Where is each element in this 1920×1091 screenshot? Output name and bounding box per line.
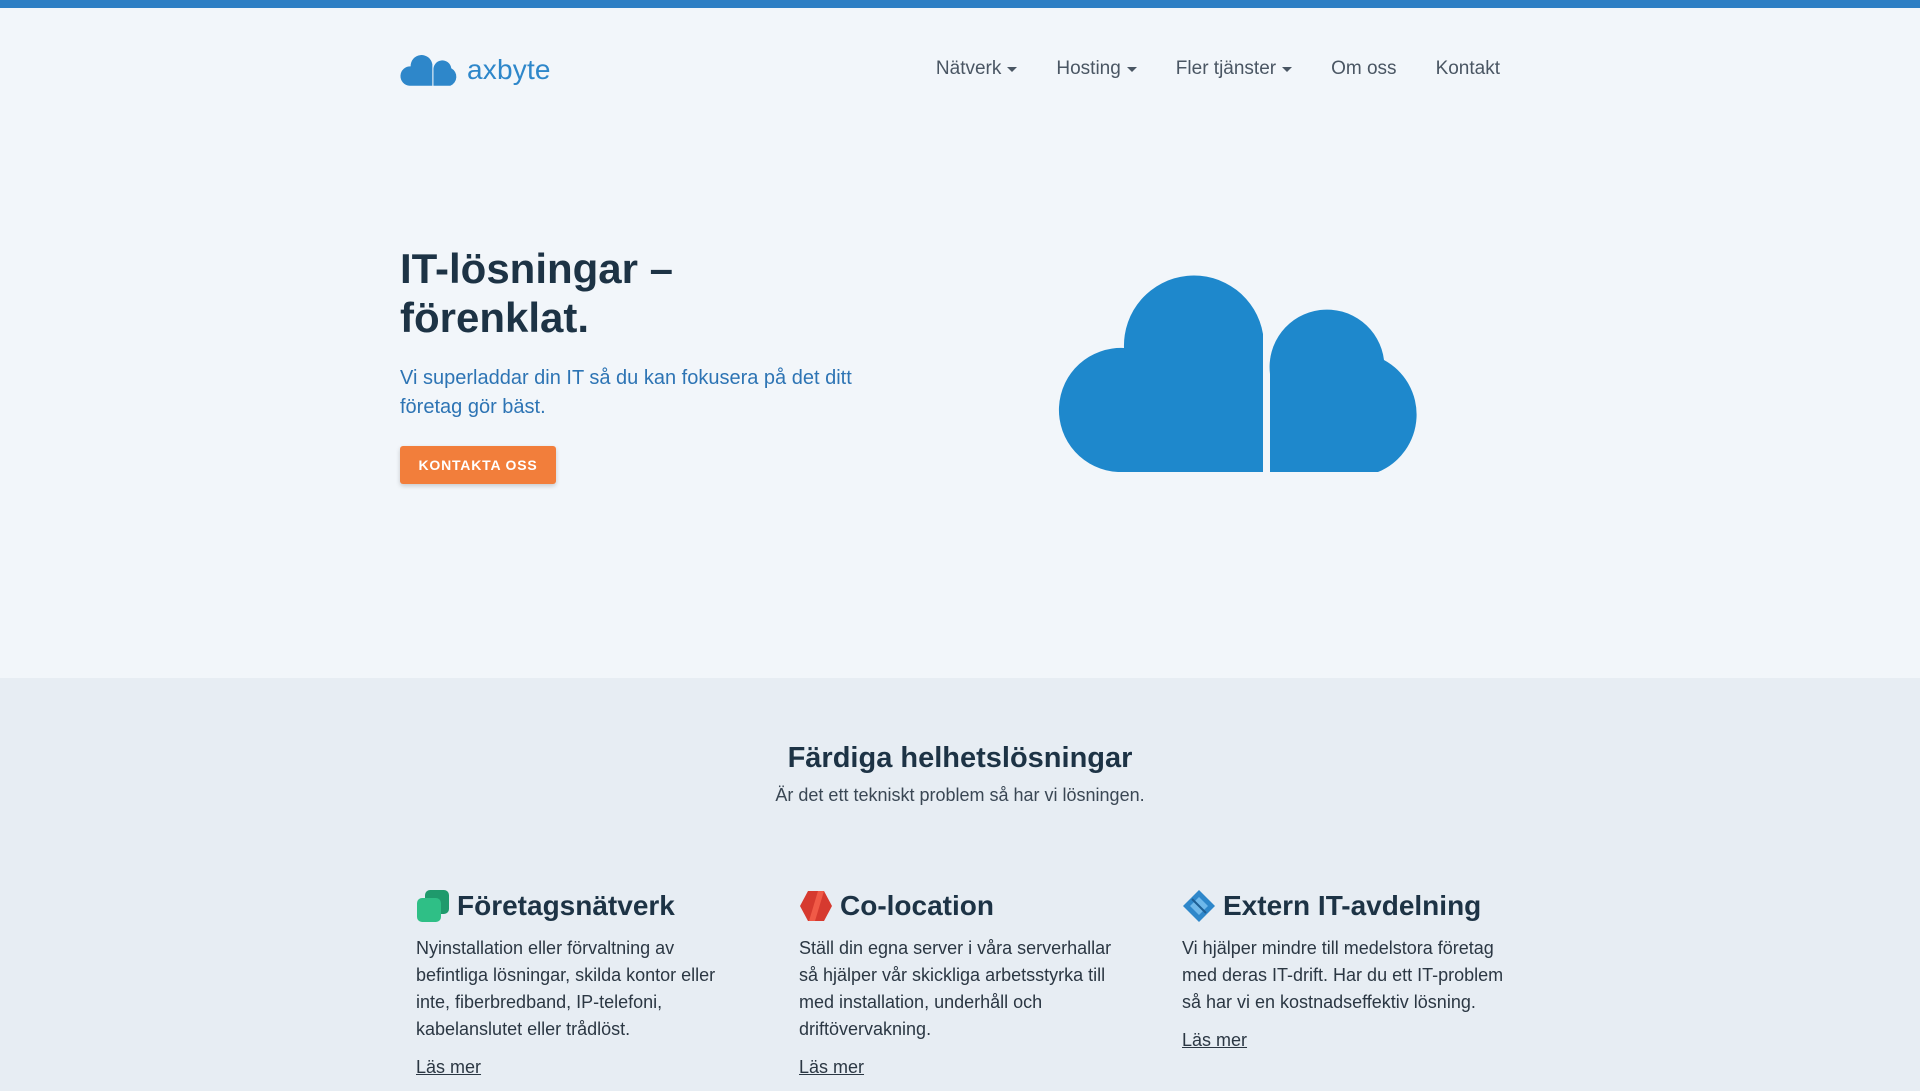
nav-label: Kontakt	[1435, 58, 1500, 79]
read-more-link[interactable]: Läs mer	[1182, 1030, 1247, 1051]
solutions-title: Färdiga helhetslösningar	[787, 742, 1133, 774]
card-co-location: Co-location Ställ din egna server i våra…	[799, 888, 1139, 1078]
card-header: Extern IT-avdelning	[1182, 888, 1522, 924]
card-text: Nyinstallation eller förvaltning av befi…	[416, 938, 716, 1039]
card-text: Ställ din egna server i våra serverhalla…	[799, 938, 1112, 1039]
top-accent-bar	[0, 0, 1920, 8]
read-more-link[interactable]: Läs mer	[799, 1057, 864, 1078]
nav-item-fler-tjanster[interactable]: Fler tjänster	[1175, 58, 1293, 80]
site-header: axbyte Nätverk Hosting Fler tjänster Om …	[400, 50, 1500, 94]
solutions-section: Färdiga helhetslösningar Är det ett tekn…	[0, 678, 1920, 1091]
caret-down-icon	[1282, 66, 1293, 72]
card-title: Co-location	[840, 890, 994, 921]
logo-link[interactable]: axbyte	[400, 53, 551, 86]
card-foretagsnatverk: Företagsnätverk Nyinstallation eller för…	[416, 888, 756, 1078]
nav-item-kontakt[interactable]: Kontakt	[1436, 58, 1500, 80]
hero-section	[0, 8, 1920, 678]
card-header: Co-location	[799, 888, 1139, 924]
caret-down-icon	[1126, 66, 1137, 72]
card-header: Företagsnätverk	[416, 888, 756, 924]
hero-subtitle: Vi superladdar din IT så du kan fokusera…	[400, 367, 852, 418]
card-title: Extern IT-avdelning	[1223, 890, 1482, 921]
hero-title-line2: förenklat.	[400, 294, 590, 341]
cloud-logo-icon	[400, 55, 457, 86]
stacked-squares-icon	[416, 889, 450, 923]
cloud-icon	[1058, 275, 1417, 472]
card-title: Företagsnätverk	[457, 890, 675, 921]
brand-name: axbyte	[467, 53, 551, 85]
contact-us-button[interactable]: KONTAKTA OSS	[400, 446, 556, 484]
nav-item-om-oss[interactable]: Om oss	[1331, 58, 1396, 80]
nav-label: Hosting	[1056, 58, 1121, 79]
solutions-subtitle: Är det ett tekniskt problem så har vi lö…	[775, 785, 1145, 805]
card-extern-it-avdelning: Extern IT-avdelning Vi hjälper mindre ti…	[1182, 888, 1522, 1051]
card-text: Vi hjälper mindre till medelstora företa…	[1182, 938, 1504, 1012]
diamond-icon	[1182, 889, 1216, 923]
nav-label: Om oss	[1331, 58, 1397, 79]
main-nav: Nätverk Hosting Fler tjänster Om oss Kon…	[897, 58, 1500, 80]
read-more-link[interactable]: Läs mer	[416, 1057, 481, 1078]
hero-title: IT-lösningar – förenklat.	[400, 244, 920, 342]
nav-item-hosting[interactable]: Hosting	[1056, 58, 1137, 80]
caret-down-icon	[1007, 66, 1018, 72]
nav-label: Fler tjänster	[1175, 58, 1277, 79]
hexagon-icon	[799, 889, 833, 923]
nav-label: Nätverk	[935, 58, 1002, 79]
hero-title-line1: IT-lösningar –	[400, 245, 674, 292]
nav-item-natverk[interactable]: Nätverk	[935, 58, 1018, 80]
